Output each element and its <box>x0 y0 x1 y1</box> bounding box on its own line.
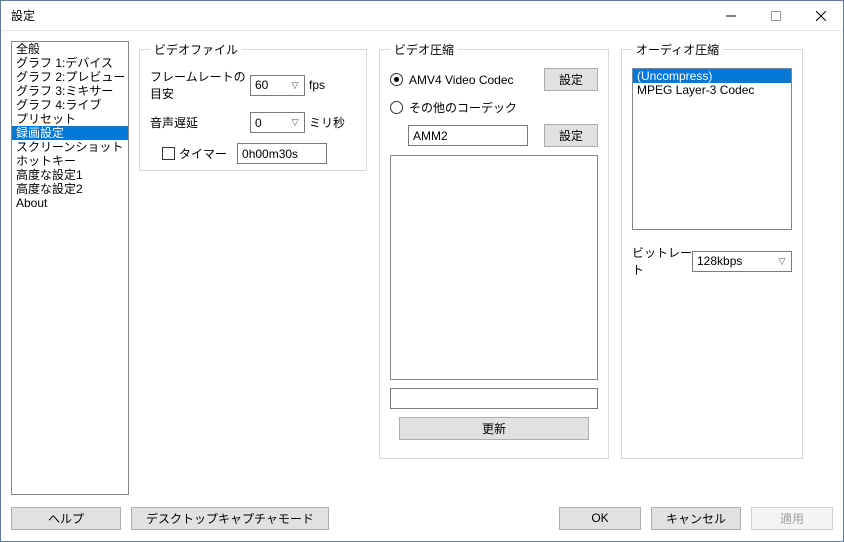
sidebar-item[interactable]: グラフ 4:ライブ <box>12 98 128 112</box>
maximize-button[interactable] <box>753 1 798 30</box>
chevron-down-icon: ▽ <box>288 80 302 91</box>
close-icon <box>816 11 826 21</box>
bitrate-value: 128kbps <box>697 254 775 268</box>
minimize-button[interactable] <box>708 1 753 30</box>
sidebar-item[interactable]: 高度な設定1 <box>12 168 128 182</box>
titlebar: 設定 <box>1 1 843 31</box>
sidebar-item[interactable]: スクリーンショット <box>12 140 128 154</box>
framerate-unit: fps <box>309 78 325 92</box>
timer-value: 0h00m30s <box>242 147 298 161</box>
settings-window: 設定 全般グラフ 1:デバイスグラフ 2:プレビューグラフ 3:ミキサーグラフ … <box>0 0 844 542</box>
audiodelay-label: 音声遅延 <box>150 114 250 131</box>
sidebar-item[interactable]: About <box>12 196 128 210</box>
chevron-down-icon: ▽ <box>775 256 789 267</box>
help-button[interactable]: ヘルプ <box>11 507 121 530</box>
close-button[interactable] <box>798 1 843 30</box>
codec-listbox[interactable] <box>390 155 598 380</box>
radio-amv4-label: AMV4 Video Codec <box>409 73 544 87</box>
cancel-button[interactable]: キャンセル <box>651 507 741 530</box>
videocomp-legend: ビデオ圧縮 <box>390 41 458 58</box>
content-area: 全般グラフ 1:デバイスグラフ 2:プレビューグラフ 3:ミキサーグラフ 4:ラ… <box>1 31 843 495</box>
sidebar-item[interactable]: 高度な設定2 <box>12 182 128 196</box>
codec-status-field <box>390 388 598 409</box>
amv4-settings-button[interactable]: 設定 <box>544 68 598 91</box>
codec-input[interactable]: AMM2 <box>408 125 528 146</box>
radio-other-label: その他のコーデック <box>409 99 517 116</box>
codec-value: AMM2 <box>413 129 448 143</box>
window-title: 設定 <box>11 7 708 24</box>
framerate-label: フレームレートの目安 <box>150 68 250 102</box>
audio-listbox[interactable]: (Uncompress)MPEG Layer-3 Codec <box>632 68 792 230</box>
timer-checkbox[interactable] <box>162 147 175 160</box>
ok-button[interactable]: OK <box>559 507 641 530</box>
list-item[interactable]: (Uncompress) <box>633 69 791 83</box>
videofile-group: ビデオファイル フレームレートの目安 60 ▽ fps 音声遅延 0 ▽ ミリ秒 <box>139 41 367 171</box>
sidebar-item[interactable]: プリセット <box>12 112 128 126</box>
footer: ヘルプ デスクトップキャプチャモード OK キャンセル 適用 <box>1 495 843 541</box>
radio-other[interactable] <box>390 101 403 114</box>
audiodelay-combo[interactable]: 0 ▽ <box>250 112 305 133</box>
update-button[interactable]: 更新 <box>399 417 589 440</box>
audiodelay-value: 0 <box>255 116 288 130</box>
bitrate-combo[interactable]: 128kbps ▽ <box>692 251 792 272</box>
audiodelay-unit: ミリ秒 <box>309 114 345 131</box>
videofile-legend: ビデオファイル <box>150 41 242 58</box>
codec-settings-button[interactable]: 設定 <box>544 124 598 147</box>
sidebar-item[interactable]: グラフ 3:ミキサー <box>12 84 128 98</box>
minimize-icon <box>726 11 736 21</box>
maximize-icon <box>771 11 781 21</box>
timer-input[interactable]: 0h00m30s <box>237 143 327 164</box>
sidebar-item[interactable]: グラフ 2:プレビュー <box>12 70 128 84</box>
desktop-capture-button[interactable]: デスクトップキャプチャモード <box>131 507 329 530</box>
videocomp-group: ビデオ圧縮 AMV4 Video Codec 設定 その他のコーデック AMM2… <box>379 41 609 459</box>
audio-legend: オーディオ圧縮 <box>632 41 723 58</box>
timer-label: タイマー <box>179 145 227 162</box>
apply-button[interactable]: 適用 <box>751 507 833 530</box>
bitrate-label: ビットレート <box>632 244 692 278</box>
sidebar-item[interactable]: グラフ 1:デバイス <box>12 56 128 70</box>
framerate-value: 60 <box>255 78 288 92</box>
list-item[interactable]: MPEG Layer-3 Codec <box>633 83 791 97</box>
sidebar-item[interactable]: 録画設定 <box>12 126 128 140</box>
radio-amv4[interactable] <box>390 73 403 86</box>
sidebar[interactable]: 全般グラフ 1:デバイスグラフ 2:プレビューグラフ 3:ミキサーグラフ 4:ラ… <box>11 41 129 495</box>
sidebar-item[interactable]: 全般 <box>12 42 128 56</box>
framerate-combo[interactable]: 60 ▽ <box>250 75 305 96</box>
sidebar-item[interactable]: ホットキー <box>12 154 128 168</box>
chevron-down-icon: ▽ <box>288 117 302 128</box>
audio-group: オーディオ圧縮 (Uncompress)MPEG Layer-3 Codec ビ… <box>621 41 803 459</box>
main-panel: ビデオファイル フレームレートの目安 60 ▽ fps 音声遅延 0 ▽ ミリ秒 <box>139 41 833 495</box>
